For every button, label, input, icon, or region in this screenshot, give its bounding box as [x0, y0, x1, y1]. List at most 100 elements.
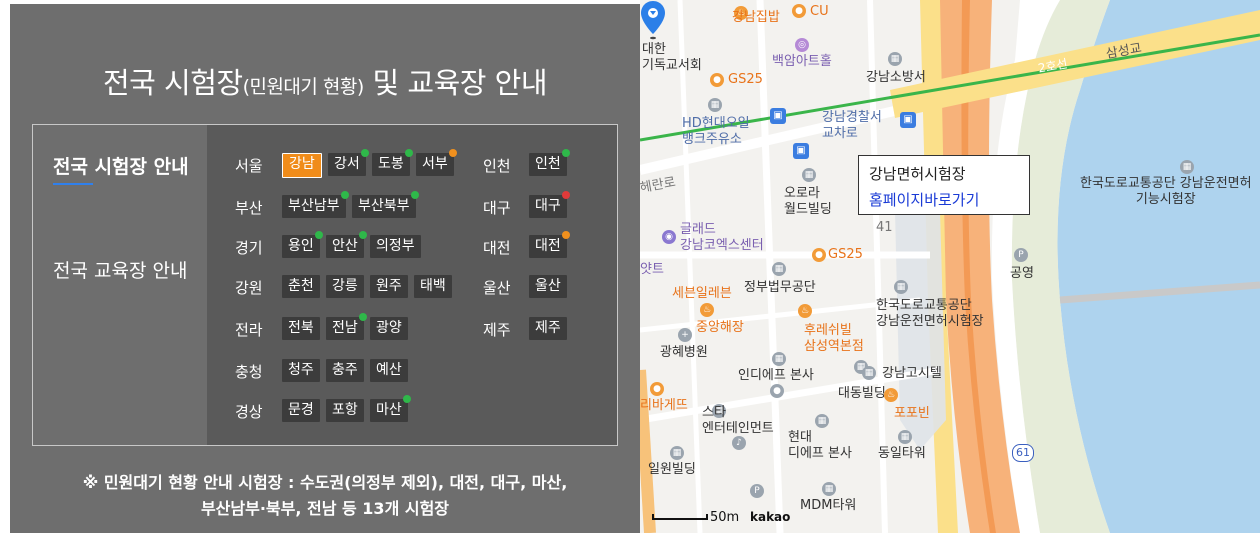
region-label-경상: 경상 — [235, 403, 263, 421]
hospital-icon: + — [678, 328, 692, 342]
region-chip-도봉[interactable]: 도봉 — [372, 149, 413, 176]
region-label-충청: 충청 — [235, 363, 263, 381]
route-61-badge: 61 — [1012, 444, 1034, 462]
map-view[interactable]: 딩 ♨ 강남집밥 ● CU ◎ 백암아트홀 대한 기독교서회 ● GS25 ▦ … — [640, 0, 1260, 533]
map-label-central-haejang: 중앙해장 — [696, 320, 744, 335]
region-chip-전남[interactable]: 전남 — [326, 313, 367, 340]
region-chip-서부[interactable]: 서부 — [416, 149, 457, 176]
status-dot — [561, 191, 570, 199]
bus-stop-icon[interactable]: ▣ — [900, 112, 916, 128]
location-pin-icon[interactable] — [640, 0, 666, 40]
region-chip-안산[interactable]: 안산 — [326, 231, 367, 258]
region-chip-용인[interactable]: 용인 — [282, 231, 323, 258]
map-label-hurei: 후레쉬빌 삼성역본점 — [804, 323, 864, 354]
region-chip-포항[interactable]: 포항 — [326, 399, 364, 422]
title-tail: 및 교육장 안내 — [363, 66, 548, 100]
region-chip-광양[interactable]: 광양 — [370, 317, 408, 340]
side-tabs: 전국 시험장 안내 전국 교육장 안내 — [33, 125, 207, 445]
region-label-울산: 울산 — [483, 279, 511, 297]
region-chip-제주[interactable]: 제주 — [529, 317, 567, 340]
region-label-경기: 경기 — [235, 239, 263, 257]
store-icon: ● — [812, 248, 826, 262]
building-icon: ▦ — [670, 446, 684, 460]
region-chip-대구[interactable]: 대구 — [529, 191, 570, 218]
region-chip-인천[interactable]: 인천 — [529, 149, 570, 176]
active-tab-underline — [53, 183, 93, 185]
map-label-popobin: 포포빈 — [894, 406, 930, 421]
map-label-hyundai: 현대 디에프 본사 — [788, 430, 852, 461]
restaurant-icon: ♨ — [700, 303, 714, 317]
region-label-부산: 부산 — [235, 199, 263, 217]
map-label-road-41: 41 — [876, 220, 893, 235]
building-icon: ▦ — [822, 482, 836, 496]
region-chip-의정부[interactable]: 의정부 — [370, 235, 421, 258]
region-chip-부산남부[interactable]: 부산남부 — [282, 191, 349, 218]
tab-edu-label: 전국 교육장 안내 — [53, 260, 188, 282]
map-label-dongil: 동일타워 — [878, 446, 926, 461]
map-label-mdm: MDM타워 — [800, 498, 857, 513]
status-dot — [448, 149, 457, 157]
region-label-대구: 대구 — [483, 199, 511, 217]
region-chip-문경[interactable]: 문경 — [282, 399, 320, 422]
note-line-1: ※ 민원대기 현황 안내 시험장 : 수도권(의정부 제외), 대전, 대구, … — [82, 473, 568, 492]
status-dot — [314, 231, 323, 239]
region-chip-춘천[interactable]: 춘천 — [282, 275, 320, 298]
region-chip-마산[interactable]: 마산 — [370, 395, 411, 422]
map-label-gangnam-gositel: 강남고시텔 — [882, 366, 942, 381]
status-dot — [561, 231, 570, 239]
region-label-전라: 전라 — [235, 321, 263, 339]
region-label-제주: 제주 — [483, 321, 511, 339]
region-label-인천: 인천 — [483, 157, 511, 175]
map-label-gs25-b: GS25 — [828, 247, 863, 262]
parking-icon: P — [1014, 248, 1028, 262]
homepage-link[interactable]: 홈페이지바로가기 — [869, 189, 1019, 210]
bus-stop-icon[interactable]: ▣ — [793, 143, 809, 159]
status-dot — [410, 191, 419, 199]
map-label-bageteu: 리바게뜨 — [640, 398, 688, 413]
parking-icon: P — [750, 484, 764, 498]
tab-education-centers[interactable]: 전국 교육장 안내 — [53, 257, 193, 286]
exam-center-panel: 전국 시험장(민원대기 현황) 및 교육장 안내 전국 시험장 안내 전국 교육… — [10, 4, 640, 533]
region-chip-대전[interactable]: 대전 — [529, 231, 570, 258]
region-label-대전: 대전 — [483, 239, 511, 257]
map-label-police: 강남경찰서 교차로 — [822, 110, 882, 141]
map-label-glad: 글래드 강남코엑스센터 — [680, 222, 764, 253]
region-chip-태백[interactable]: 태백 — [414, 275, 452, 298]
hotel-icon: ◉ — [662, 230, 676, 244]
status-dot — [404, 149, 413, 157]
building-icon: ▦ — [894, 280, 908, 294]
building-icon: ▦ — [815, 414, 829, 428]
region-chip-원주[interactable]: 원주 — [370, 275, 408, 298]
bus-stop-icon[interactable]: ▣ — [770, 108, 786, 124]
status-dot — [561, 149, 570, 157]
region-chip-강릉[interactable]: 강릉 — [326, 275, 364, 298]
map-label-star: 스타 엔터테인먼트 — [702, 405, 774, 436]
map-label-cu: CU — [810, 4, 829, 19]
region-chip-강남[interactable]: 강남 — [282, 153, 322, 178]
building-icon: ▦ — [898, 430, 912, 444]
building-icon: ▦ — [772, 262, 786, 276]
popup-title: 강남면허시험장 — [869, 165, 966, 183]
region-chip-부산북부[interactable]: 부산북부 — [352, 191, 419, 218]
map-label-yeot: 얏트 — [640, 262, 664, 277]
region-box: 전국 시험장 안내 전국 교육장 안내 서울 강남 강서 도봉 서부 부산 부산남부 부산북부… — [32, 124, 618, 446]
note-line-2: 부산남부·북부, 전남 등 13개 시험장 — [200, 499, 450, 518]
building-icon: ▦ — [772, 352, 786, 366]
map-label-hd-oilbank: HD현대오일 뱅크주유소 — [682, 116, 750, 147]
tab-exam-centers[interactable]: 전국 시험장 안내 — [53, 153, 193, 185]
status-dot — [340, 191, 349, 199]
region-chip-전북[interactable]: 전북 — [282, 317, 320, 340]
restaurant-icon: ♨ — [798, 304, 812, 318]
map-label-aurora: 오로라 월드빌딩 — [784, 186, 832, 217]
gas-station-icon: ● — [710, 73, 724, 87]
region-chip-강서[interactable]: 강서 — [328, 149, 369, 176]
map-label-koroad-right: 한국도로교통공단 강남운전면허 기능시험장 — [1080, 176, 1252, 207]
map-label-gongyeong: 공영 — [1010, 266, 1034, 281]
cafe-icon: ♨ — [884, 388, 898, 402]
music-icon: ♪ — [732, 436, 746, 450]
region-chip-충주[interactable]: 충주 — [326, 359, 364, 382]
bakery-icon: ● — [650, 382, 664, 396]
region-chip-울산[interactable]: 울산 — [529, 275, 567, 298]
region-chip-예산[interactable]: 예산 — [370, 359, 408, 382]
region-chip-청주[interactable]: 청주 — [282, 359, 320, 382]
